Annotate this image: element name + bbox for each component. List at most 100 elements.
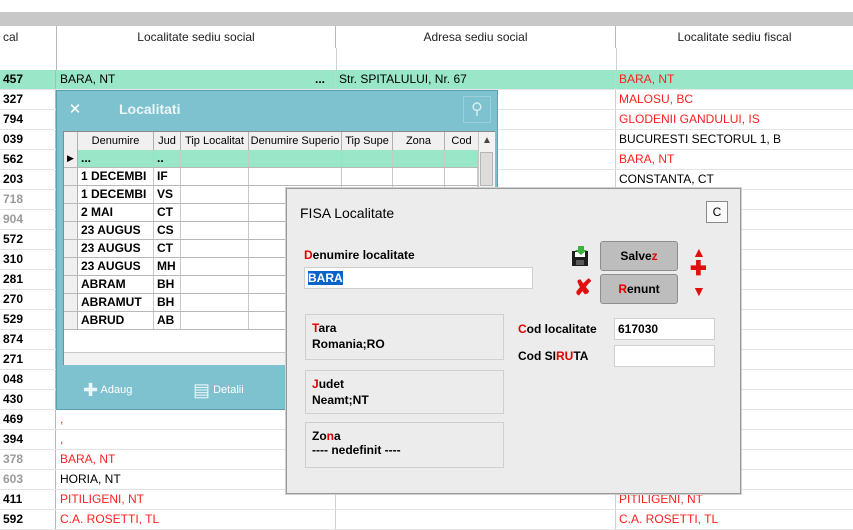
cancel-button[interactable]: Renunt — [600, 274, 678, 304]
lookup-jud-cell[interactable]: BH — [154, 294, 181, 311]
lookup-cell[interactable] — [342, 150, 393, 167]
column-header-jud[interactable]: Jud — [154, 132, 181, 150]
row-id-cell[interactable]: 457 — [0, 70, 56, 89]
save-icon[interactable] — [569, 246, 591, 268]
lookup-name-cell[interactable]: ABRAM — [78, 276, 154, 293]
row-id-cell[interactable]: 281 — [0, 270, 56, 289]
row-id-cell[interactable]: 039 — [0, 130, 56, 149]
row-id-cell[interactable]: 718 — [0, 190, 56, 209]
lookup-cell[interactable] — [181, 276, 249, 293]
dialog-close-button[interactable]: C — [706, 201, 728, 223]
arrow-up-icon[interactable]: ▲ — [692, 245, 706, 259]
localitate-sediu-fiscal-cell[interactable]: MALOSU, BC — [616, 90, 853, 109]
localitate-sediu-social-cell[interactable]: C.A. ROSETTI, TL — [57, 510, 336, 529]
lookup-name-cell[interactable]: ABRAMUT — [78, 294, 154, 311]
ellipsis-button[interactable]: ... — [315, 70, 325, 89]
column-header-adresa-sediu-social[interactable]: Adresa sediu social — [336, 26, 616, 48]
column-header-cod[interactable]: Cod — [445, 132, 478, 150]
lookup-jud-cell[interactable]: CT — [154, 204, 181, 221]
row-id-cell[interactable]: 271 — [0, 350, 56, 369]
lookup-name-cell[interactable]: 23 AUGUS — [78, 258, 154, 275]
tara-group[interactable]: Tara Romania;RO — [305, 314, 504, 360]
lookup-cell[interactable] — [181, 294, 249, 311]
lookup-cell[interactable] — [181, 186, 249, 203]
scrollbar-thumb[interactable] — [480, 152, 493, 186]
lookup-cell[interactable] — [393, 150, 445, 167]
lookup-jud-cell[interactable]: MH — [154, 258, 181, 275]
add-button[interactable]: ✚ Adaug — [83, 379, 132, 401]
localitate-sediu-fiscal-cell[interactable]: BARA, NT — [616, 150, 853, 169]
localitate-sediu-fiscal-cell[interactable]: C.A. ROSETTI, TL — [616, 510, 853, 529]
denumire-input[interactable]: BARA — [304, 267, 533, 289]
row-id-cell[interactable]: 572 — [0, 230, 56, 249]
row-id-cell[interactable]: 270 — [0, 290, 56, 309]
column-header-localitate-sediu-fiscal[interactable]: Localitate sediu fiscal — [616, 26, 853, 48]
table-row[interactable]: 457 BARA, NT... Str. SPITALULUI, Nr. 67 BAR… — [0, 70, 853, 90]
column-header-zona[interactable]: Zona — [393, 132, 445, 150]
row-id-cell[interactable]: 411 — [0, 490, 56, 509]
lookup-cell[interactable] — [249, 168, 342, 185]
scroll-up-icon[interactable]: ▲ — [479, 132, 495, 150]
row-id-cell[interactable]: 592 — [0, 510, 56, 529]
zona-group[interactable]: Zona ---- nedefinit ---- — [305, 422, 504, 468]
row-id-cell[interactable]: 562 — [0, 150, 56, 169]
lookup-name-cell[interactable]: 1 DECEMBI — [78, 186, 154, 203]
row-id-cell[interactable]: 203 — [0, 170, 56, 189]
column-header-fiscal[interactable]: cal — [0, 26, 57, 48]
lookup-cell[interactable] — [181, 312, 249, 329]
lookup-cell[interactable] — [181, 168, 249, 185]
lookup-cell[interactable] — [445, 150, 478, 167]
arrow-down-icon[interactable]: ▼ — [692, 284, 706, 298]
lookup-cell[interactable] — [393, 168, 445, 185]
cod-siruta-input[interactable] — [614, 345, 715, 367]
lookup-jud-cell[interactable]: BH — [154, 276, 181, 293]
table-row[interactable]: 592 C.A. ROSETTI, TL C.A. ROSETTI, TL — [0, 510, 853, 530]
lookup-name-cell[interactable]: ABRUD — [78, 312, 154, 329]
column-header-tip-localitate[interactable]: Tip Localitat — [181, 132, 249, 150]
adresa-sediu-social-cell[interactable]: Str. SPITALULUI, Nr. 67 — [336, 70, 616, 89]
lookup-cell[interactable] — [181, 240, 249, 257]
lookup-cell[interactable] — [181, 258, 249, 275]
add-icon[interactable]: ✚ — [690, 259, 707, 279]
row-id-cell[interactable]: 603 — [0, 470, 56, 489]
lookup-name-cell[interactable]: 2 MAI — [78, 204, 154, 221]
column-header-denumire-superior[interactable]: Denumire Superio — [249, 132, 342, 150]
lookup-cell[interactable] — [445, 168, 478, 185]
lookup-jud-cell[interactable]: VS — [154, 186, 181, 203]
row-id-cell[interactable]: 310 — [0, 250, 56, 269]
lookup-name-cell[interactable]: 1 DECEMBI — [78, 168, 154, 185]
row-id-cell[interactable]: 378 — [0, 450, 56, 469]
column-header-tip-superior[interactable]: Tip Supe — [342, 132, 393, 150]
localitate-sediu-fiscal-cell[interactable]: BARA, NT — [616, 70, 853, 89]
adresa-sediu-social-cell[interactable] — [336, 510, 616, 529]
row-id-cell[interactable]: 048 — [0, 370, 56, 389]
localitate-sediu-fiscal-cell[interactable]: BUCURESTI SECTORUL 1, B — [616, 130, 853, 149]
lookup-cell[interactable] — [342, 168, 393, 185]
column-header-localitate-sediu-social[interactable]: Localitate sediu social — [57, 26, 336, 48]
lookup-jud-cell[interactable]: CT — [154, 240, 181, 257]
row-id-cell[interactable]: 529 — [0, 310, 56, 329]
lookup-name-cell[interactable]: 23 AUGUS — [78, 222, 154, 239]
row-id-cell[interactable]: 794 — [0, 110, 56, 129]
localitate-sediu-fiscal-cell[interactable]: GLODENII GANDULUI, IS — [616, 110, 853, 129]
search-icon[interactable]: ⚲ — [463, 96, 491, 123]
lookup-cell[interactable] — [181, 222, 249, 239]
lookup-name-cell[interactable]: ... — [78, 150, 154, 167]
lookup-cell[interactable] — [181, 204, 249, 221]
lookup-cell[interactable] — [181, 150, 249, 167]
judet-group[interactable]: Judet Neamt;NT — [305, 370, 504, 414]
lookup-name-cell[interactable]: 23 AUGUS — [78, 240, 154, 257]
lookup-jud-cell[interactable]: AB — [154, 312, 181, 329]
save-button[interactable]: Salvez — [600, 241, 678, 271]
lookup-jud-cell[interactable]: CS — [154, 222, 181, 239]
lookup-jud-cell[interactable]: .. — [154, 150, 181, 167]
cancel-icon[interactable]: ✘ — [574, 277, 592, 299]
lookup-row[interactable]: ▶..... — [64, 150, 478, 168]
row-id-cell[interactable]: 394 — [0, 430, 56, 449]
row-id-cell[interactable]: 469 — [0, 410, 56, 429]
cod-localitate-input[interactable]: 617030 — [614, 318, 715, 340]
row-id-cell[interactable]: 327 — [0, 90, 56, 109]
close-icon[interactable]: ✕ — [64, 99, 86, 121]
localitate-sediu-fiscal-cell[interactable]: CONSTANTA, CT — [616, 170, 853, 189]
row-id-cell[interactable]: 430 — [0, 390, 56, 409]
